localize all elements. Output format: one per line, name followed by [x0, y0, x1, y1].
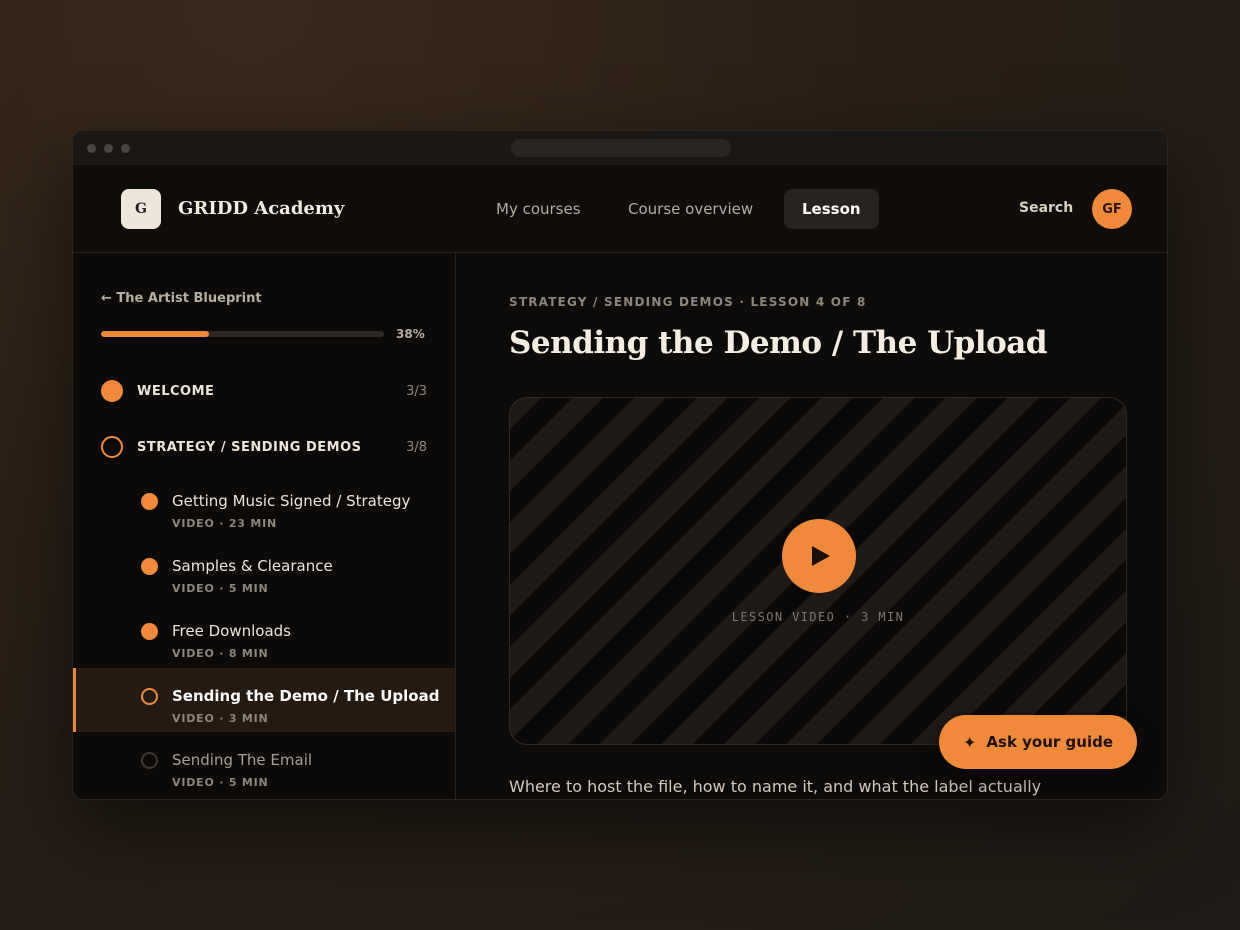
section-label: WELCOME [137, 383, 215, 399]
lesson-item[interactable]: Free Downloads VIDEO · 8 MIN [73, 603, 455, 667]
window-maximize-dot[interactable] [121, 144, 130, 153]
lesson-title: Sending the Demo / The Upload [172, 687, 440, 705]
section-count: 3/8 [406, 439, 427, 455]
section-count: 3/3 [406, 383, 427, 399]
video-label: LESSON VIDEO · 3 MIN [731, 610, 905, 624]
section-strategy[interactable]: STRATEGY / SENDING DEMOS 3/8 [101, 435, 427, 459]
address-bar[interactable] [511, 139, 731, 157]
lesson-item[interactable]: Sending The Email VIDEO · 5 MIN [73, 732, 455, 796]
lesson-meta: VIDEO · 5 MIN [172, 776, 269, 789]
brand-logo[interactable]: G [121, 189, 161, 229]
play-button[interactable] [782, 519, 856, 593]
page-title: Sending the Demo / The Upload [509, 325, 1048, 361]
lesson-current-icon [141, 688, 158, 705]
lesson-title: Sending The Email [172, 751, 313, 769]
lesson-item-current[interactable]: Sending the Demo / The Upload VIDEO · 3 … [73, 668, 455, 732]
ask-guide-button[interactable]: ✦ Ask your guide [939, 715, 1137, 769]
breadcrumb: STRATEGY / SENDING DEMOS · LESSON 4 OF 8 [509, 295, 867, 309]
course-progress-bar [101, 331, 384, 337]
nav-course-overview[interactable]: Course overview [610, 189, 771, 229]
lesson-complete-icon [141, 558, 158, 575]
window-titlebar [73, 131, 1167, 165]
lesson-complete-icon [141, 623, 158, 640]
video-player[interactable]: LESSON VIDEO · 3 MIN [509, 397, 1127, 745]
section-welcome[interactable]: WELCOME 3/3 [101, 379, 427, 403]
brand-name[interactable]: GRIDD Academy [178, 198, 344, 219]
back-to-course-link[interactable]: ← The Artist Blueprint [101, 291, 262, 306]
section-label: STRATEGY / SENDING DEMOS [137, 439, 362, 455]
user-avatar[interactable]: GF [1092, 189, 1132, 229]
window-close-dot[interactable] [87, 144, 96, 153]
lesson-item[interactable]: Getting Music Signed / Strategy VIDEO · … [73, 473, 455, 537]
lesson-meta: VIDEO · 3 MIN [172, 712, 269, 725]
ask-guide-label: Ask your guide [986, 733, 1113, 751]
sparkle-icon: ✦ [963, 732, 977, 752]
window-minimize-dot[interactable] [104, 144, 113, 153]
lesson-meta: VIDEO · 5 MIN [172, 582, 269, 595]
lesson-meta: VIDEO · 8 MIN [172, 647, 269, 660]
course-sidebar: ← The Artist Blueprint 38% WELCOME 3/3 S… [73, 253, 456, 799]
course-progress-fill [101, 331, 209, 337]
lesson-title: Getting Music Signed / Strategy [172, 492, 411, 510]
play-icon [812, 546, 830, 566]
section-in-progress-icon [101, 436, 123, 458]
lesson-complete-icon [141, 493, 158, 510]
lesson-description: Where to host the file, how to name it, … [509, 777, 1042, 796]
lesson-not-started-icon [141, 752, 158, 769]
nav-my-courses[interactable]: My courses [478, 189, 599, 229]
nav-lesson[interactable]: Lesson [784, 189, 879, 229]
lesson-item[interactable]: Samples & Clearance VIDEO · 5 MIN [73, 538, 455, 602]
lesson-title: Free Downloads [172, 622, 291, 640]
course-progress-label: 38% [396, 327, 425, 341]
app-window: G GRIDD Academy My courses Course overvi… [72, 130, 1168, 800]
top-navigation: G GRIDD Academy My courses Course overvi… [73, 165, 1167, 253]
lesson-meta: VIDEO · 23 MIN [172, 517, 278, 530]
lesson-title: Samples & Clearance [172, 557, 333, 575]
search-button[interactable]: Search [1019, 200, 1073, 216]
section-complete-icon [101, 380, 123, 402]
